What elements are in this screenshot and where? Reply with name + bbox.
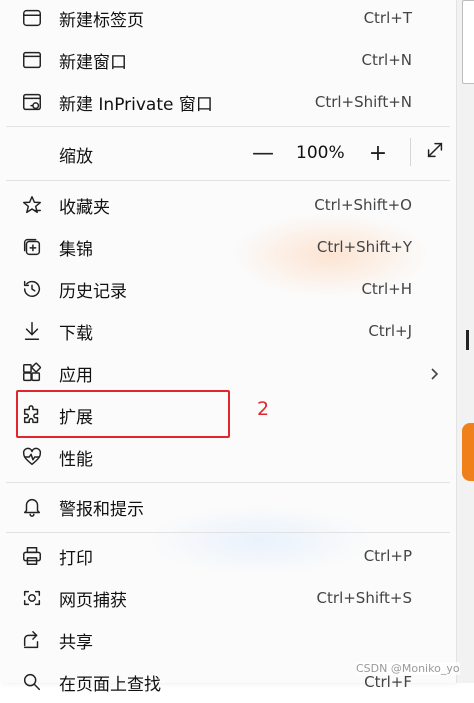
apps-icon [20, 361, 44, 385]
new-window-icon [20, 48, 44, 72]
background-text-fragment [466, 330, 469, 350]
menu-item-shortcut: Ctrl+P [363, 547, 412, 565]
annotation-step-number: 2 [257, 398, 270, 420]
menu-item-label: 下载 [59, 323, 93, 344]
share-icon [20, 628, 44, 652]
fullscreen-icon [424, 139, 446, 167]
menu-item-alerts-and-tips[interactable]: 警报和提示 [0, 486, 456, 528]
menu-item-shortcut: Ctrl+T [363, 9, 412, 27]
menu-item-label: 应用 [59, 365, 93, 386]
history-icon [20, 277, 44, 301]
bell-icon [20, 495, 44, 519]
menu-item-performance[interactable]: 性能 [0, 436, 456, 478]
menu-item-favorites[interactable]: 收藏夹 Ctrl+Shift+O [0, 184, 456, 226]
menu-item-shortcut: Ctrl+N [361, 51, 412, 69]
menu-item-web-capture[interactable]: 网页捕获 Ctrl+Shift+S [0, 577, 456, 619]
menu-item-label: 共享 [59, 632, 93, 653]
zoom-out-button[interactable]: — [249, 139, 277, 167]
menu-item-label: 集锦 [59, 239, 93, 260]
print-icon [20, 544, 44, 568]
zoom-separator [410, 138, 411, 166]
menu-item-downloads[interactable]: 下载 Ctrl+J [0, 310, 456, 352]
menu-item-shortcut: Ctrl+Shift+Y [316, 238, 412, 256]
menu-item-label: 历史记录 [59, 281, 127, 302]
favorites-icon [20, 193, 44, 217]
menu-item-shortcut: Ctrl+H [361, 280, 412, 298]
browser-settings-menu: 新建标签页 Ctrl+T 新建窗口 Ctrl+N 新建 InPrivate 窗口… [0, 0, 457, 695]
menu-divider [6, 532, 450, 533]
menu-item-collections[interactable]: 集锦 Ctrl+Shift+Y [0, 226, 456, 268]
menu-item-history[interactable]: 历史记录 Ctrl+H [0, 268, 456, 310]
web-capture-icon [20, 586, 44, 610]
menu-item-label: 新建标签页 [59, 10, 144, 31]
new-tab-icon [20, 6, 44, 30]
collections-icon [20, 235, 44, 259]
menu-item-share[interactable]: 共享 [0, 619, 456, 661]
menu-divider [6, 126, 450, 127]
menu-divider [6, 180, 450, 181]
menu-item-new-window[interactable]: 新建窗口 Ctrl+N [0, 39, 456, 81]
download-icon [20, 319, 44, 343]
fullscreen-button[interactable] [421, 139, 449, 167]
menu-item-shortcut: Ctrl+Shift+O [314, 196, 412, 214]
watermark: CSDN @Moniko_yo [356, 662, 460, 675]
menu-item-apps[interactable]: 应用 [0, 352, 456, 394]
menu-item-label: 新建 InPrivate 窗口 [59, 94, 213, 115]
extensions-highlight-box [16, 390, 230, 438]
menu-item-label: 警报和提示 [59, 499, 144, 520]
menu-item-label: 性能 [59, 449, 93, 470]
chevron-right-icon [428, 366, 442, 380]
menu-item-shortcut: Ctrl+F [364, 673, 412, 691]
zoom-row: 缩放 — 100% + [0, 131, 456, 175]
menu-item-shortcut: Ctrl+Shift+S [316, 589, 412, 607]
performance-icon [20, 445, 44, 469]
menu-item-new-tab[interactable]: 新建标签页 Ctrl+T [0, 0, 456, 39]
inprivate-window-icon [20, 90, 44, 114]
menu-item-label: 打印 [59, 548, 93, 569]
background-orange-element [462, 423, 474, 481]
background-scroll-element [462, 0, 474, 84]
menu-divider [6, 482, 450, 483]
menu-item-print[interactable]: 打印 Ctrl+P [0, 535, 456, 577]
zoom-level: 100% [296, 143, 345, 163]
find-icon [20, 670, 44, 694]
zoom-label: 缩放 [59, 147, 93, 167]
zoom-in-button[interactable]: + [364, 139, 392, 167]
menu-item-shortcut: Ctrl+Shift+N [314, 93, 412, 111]
menu-item-label: 新建窗口 [59, 52, 127, 73]
menu-item-label: 网页捕获 [59, 590, 127, 611]
menu-item-label: 在页面上查找 [59, 674, 161, 695]
menu-item-label: 收藏夹 [59, 197, 110, 218]
menu-item-shortcut: Ctrl+J [368, 322, 412, 340]
menu-item-new-inprivate-window[interactable]: 新建 InPrivate 窗口 Ctrl+Shift+N [0, 81, 456, 123]
